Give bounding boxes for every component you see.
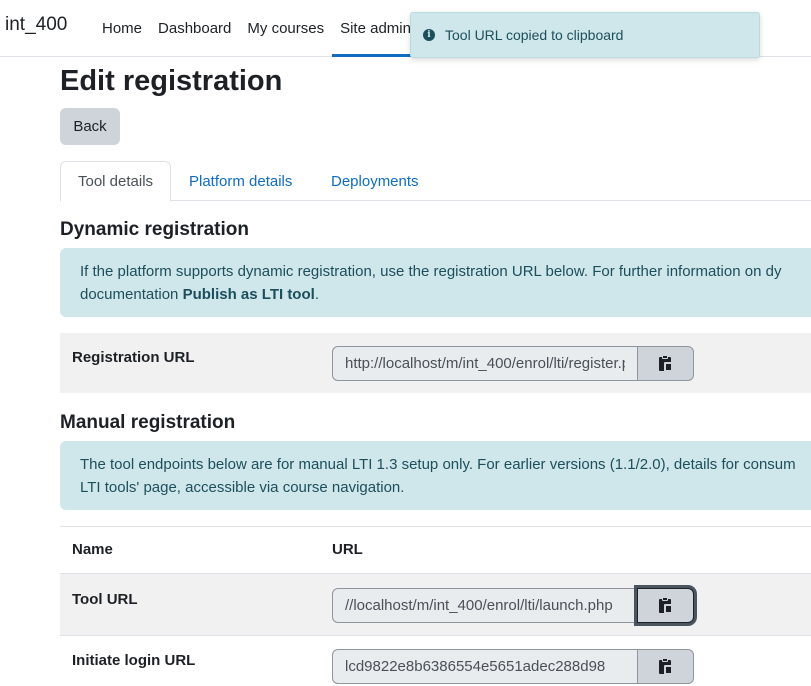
registration-url-input[interactable] (332, 346, 637, 381)
tab-deployments[interactable]: Deployments (314, 161, 436, 201)
copy-registration-url-button[interactable] (637, 346, 694, 381)
dynamic-info-line2: documentation Publish as LTI tool. (80, 283, 791, 306)
manual-info-alert: The tool endpoints below are for manual … (60, 441, 811, 510)
endpoints-table-header: Name URL (60, 526, 811, 574)
initiate-login-url-group (332, 649, 694, 684)
tab-platform-details[interactable]: Platform details (172, 161, 309, 201)
page-title: Edit registration (60, 65, 283, 97)
nav-my-courses[interactable]: My courses (239, 0, 332, 56)
initiate-login-url-label: Initiate login URL (72, 652, 196, 669)
column-header-name: Name (72, 541, 113, 558)
toast-notification: i Tool URL copied to clipboard (410, 12, 760, 58)
dynamic-info-line1: If the platform supports dynamic registr… (80, 263, 782, 280)
table-row: Tool URL (60, 574, 811, 636)
tab-tool-details[interactable]: Tool details (60, 161, 172, 202)
manual-info-line2: LTI tools' page, accessible via course n… (80, 479, 405, 496)
tool-url-group (332, 588, 694, 623)
registration-url-group (332, 346, 694, 381)
nav-home[interactable]: Home (94, 0, 150, 56)
table-row: Initiate login URL (60, 636, 811, 686)
tool-url-input[interactable] (332, 588, 637, 623)
registration-url-label: Registration URL (72, 349, 195, 366)
site-brand[interactable]: int_400 (5, 14, 67, 36)
column-header-url: URL (332, 541, 363, 558)
tool-url-label: Tool URL (72, 591, 138, 608)
publish-lti-tool-link[interactable]: Publish as LTI tool (183, 286, 315, 303)
nav-dashboard[interactable]: Dashboard (150, 0, 239, 56)
toast-message: Tool URL copied to clipboard (445, 27, 624, 43)
dynamic-info-prefix: documentation (80, 286, 183, 303)
manual-registration-heading: Manual registration (60, 412, 236, 433)
copy-tool-url-button[interactable] (637, 588, 694, 623)
copy-initiate-login-url-button[interactable] (637, 649, 694, 684)
initiate-login-url-input[interactable] (332, 649, 637, 684)
dynamic-info-suffix: . (314, 286, 319, 303)
registration-url-row: Registration URL (60, 333, 811, 393)
dynamic-info-alert: If the platform supports dynamic registr… (60, 248, 811, 317)
tab-bar: Tool details Platform details Deployment… (60, 161, 811, 202)
back-button[interactable]: Back (60, 108, 120, 145)
clipboard-icon (658, 597, 674, 614)
clipboard-icon (658, 658, 674, 675)
clipboard-icon (658, 355, 674, 372)
info-icon: i (423, 29, 435, 41)
dynamic-registration-heading: Dynamic registration (60, 219, 249, 240)
manual-info-line1: The tool endpoints below are for manual … (80, 456, 796, 473)
